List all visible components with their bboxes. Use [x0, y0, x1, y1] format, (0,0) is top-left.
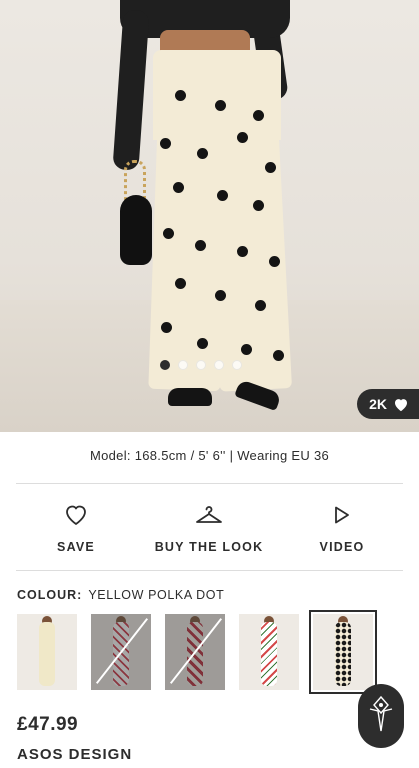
- carousel-dot[interactable]: [196, 360, 206, 370]
- diamond-logo-icon: [368, 695, 394, 738]
- product-image[interactable]: 2K: [0, 0, 419, 432]
- out-of-stock-slash: [169, 618, 223, 684]
- swatch-yellow[interactable]: [17, 614, 77, 690]
- colour-swatches: [17, 610, 377, 694]
- product-price: £47.99: [17, 714, 79, 735]
- swatch-red-print[interactable]: [165, 614, 225, 690]
- shoe: [168, 388, 212, 406]
- product-actions: SAVE BUY THE LOOK VIDEO: [0, 500, 419, 560]
- out-of-stock-slash: [95, 618, 149, 684]
- save-label: SAVE: [57, 540, 95, 554]
- save-button[interactable]: SAVE: [16, 500, 136, 554]
- handbag: [120, 195, 152, 265]
- swatch-floral[interactable]: [239, 614, 299, 690]
- swatch-white-print[interactable]: [91, 614, 151, 690]
- divider: [16, 570, 403, 571]
- buy-the-look-button[interactable]: BUY THE LOOK: [149, 500, 269, 554]
- play-icon: [282, 500, 402, 530]
- carousel-indicator: [160, 360, 242, 370]
- carousel-dot[interactable]: [232, 360, 242, 370]
- video-label: VIDEO: [319, 540, 365, 554]
- heart-outline-icon: [16, 500, 136, 530]
- carousel-dot[interactable]: [160, 360, 170, 370]
- model-size-info: Model: 168.5cm / 5' 6'' | Wearing EU 36: [89, 448, 330, 463]
- likes-badge[interactable]: 2K: [357, 389, 419, 419]
- heart-icon: [393, 397, 409, 412]
- style-assistant-button[interactable]: [358, 684, 404, 748]
- colour-value: YELLOW POLKA DOT: [88, 588, 225, 602]
- carousel-dot[interactable]: [214, 360, 224, 370]
- brand-name[interactable]: ASOS DESIGN: [17, 746, 132, 763]
- polka-dot-trousers: [145, 50, 293, 392]
- hanger-icon: [149, 500, 269, 530]
- carousel-dot[interactable]: [178, 360, 188, 370]
- swatch-yellow-polka-dot[interactable]: [309, 610, 377, 694]
- colour-key: COLOUR:: [17, 588, 83, 602]
- model-arm: [112, 9, 150, 171]
- divider: [16, 483, 403, 484]
- buy-the-look-label: BUY THE LOOK: [154, 540, 264, 554]
- colour-selector-label: COLOUR: YELLOW POLKA DOT: [17, 588, 224, 602]
- video-button[interactable]: VIDEO: [282, 500, 402, 554]
- likes-count: 2K: [369, 396, 387, 412]
